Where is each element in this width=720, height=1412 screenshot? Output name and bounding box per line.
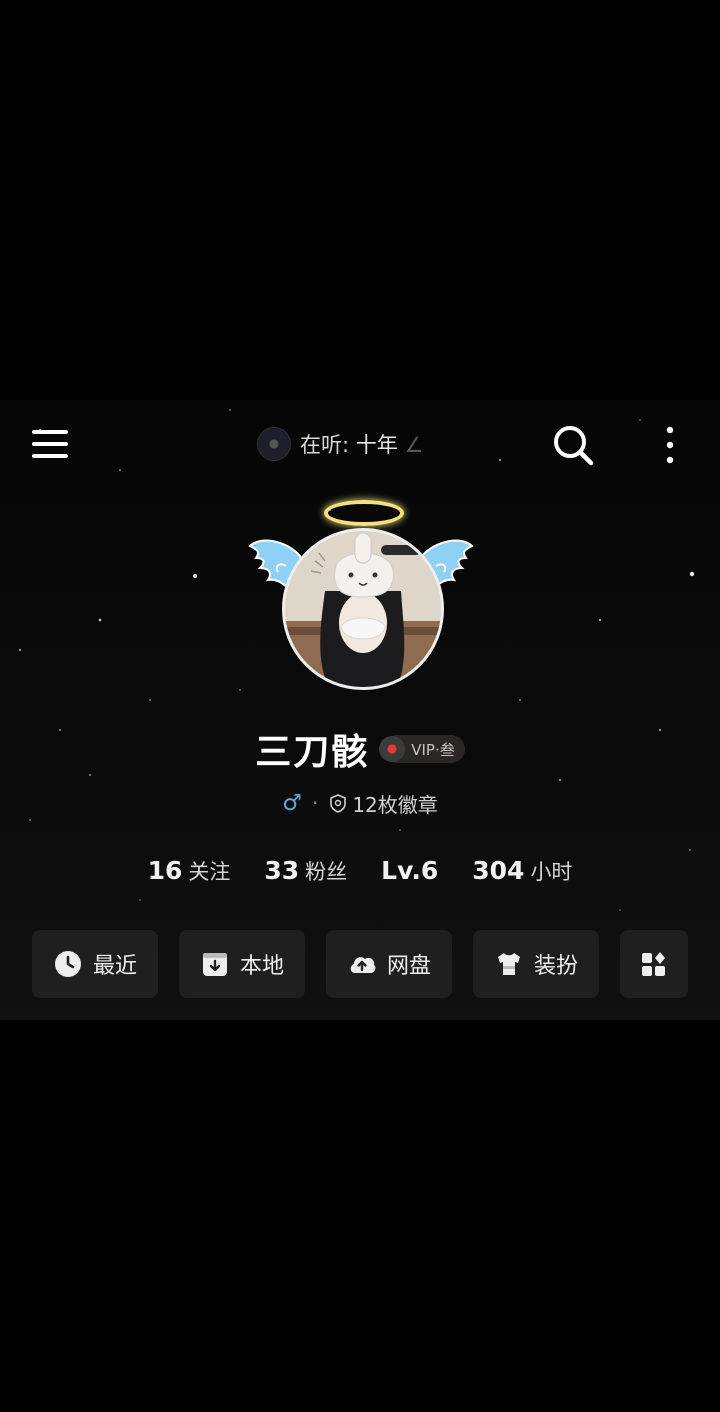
avatar-photo [285, 531, 441, 687]
stat-level[interactable]: Lv.6 [381, 856, 438, 885]
stat-label: 小时 [530, 860, 573, 884]
gender-male-icon: ♂ [282, 790, 302, 816]
vip-badge[interactable]: VIP·叁 [379, 735, 465, 763]
recent-label: 最近 [92, 954, 137, 979]
username: 三刀骸 [255, 732, 370, 773]
app-screen: 在听: 十年 ∠ 三刀骸 VIP·叁 ♂ · 12枚徽章 16 关注 33 粉丝… [0, 0, 720, 1412]
name-row: 三刀骸 VIP·叁 [0, 724, 720, 774]
recent-button[interactable]: 最近 [32, 930, 158, 998]
avatar-frame [246, 496, 476, 696]
cloud-upload-icon [350, 957, 376, 973]
now-playing-tail: ∠ [404, 433, 424, 457]
profile-header-panel: 在听: 十年 ∠ 三刀骸 VIP·叁 ♂ · 12枚徽章 16 关注 33 粉丝… [0, 400, 720, 1020]
menu-icon[interactable] [30, 424, 70, 464]
stats-row: 16 关注 33 粉丝 Lv.6 304 小时 [0, 856, 720, 892]
clock-icon [54, 951, 81, 977]
stat-label: 粉丝 [305, 860, 348, 884]
stat-value: 304 [472, 856, 525, 885]
badges-link[interactable]: 12枚徽章 [328, 789, 438, 818]
stat-followers[interactable]: 33 粉丝 [264, 856, 347, 886]
halo-decoration [324, 500, 404, 526]
badge-icon [330, 794, 347, 813]
local-button[interactable]: 本地 [179, 930, 305, 998]
shirt-icon [497, 953, 520, 975]
stat-label: 关注 [188, 860, 231, 884]
cloud-drive-label: 网盘 [386, 954, 431, 979]
local-label: 本地 [239, 954, 284, 979]
stat-value: 33 [264, 856, 300, 885]
now-playing-banner[interactable]: 在听: 十年 ∠ [258, 426, 423, 462]
cloud-drive-button[interactable]: 网盘 [326, 930, 452, 998]
profile-meta-row: ♂ · 12枚徽章 [0, 788, 720, 818]
search-icon[interactable] [550, 422, 596, 468]
dressup-button[interactable]: 装扮 [473, 930, 599, 998]
stat-value: 16 [147, 856, 183, 885]
now-playing-song: 十年 [355, 433, 398, 457]
avatar[interactable] [282, 528, 444, 690]
vip-label: VIP·叁 [411, 740, 455, 759]
more-options-icon[interactable] [650, 422, 690, 468]
separator: · [311, 791, 319, 815]
more-apps-button[interactable] [620, 930, 688, 998]
download-box-icon [202, 953, 227, 976]
top-bar: 在听: 十年 ∠ [0, 420, 720, 470]
quick-actions: 最近 本地 网盘 装扮 [32, 930, 692, 998]
starfield-background [18, 409, 695, 911]
stat-value: Lv.6 [381, 856, 439, 885]
now-playing-prefix: 在听: [300, 433, 350, 457]
stat-listening-hours[interactable]: 304 小时 [472, 856, 572, 886]
grid-plus-icon [642, 952, 665, 976]
stat-following[interactable]: 16 关注 [148, 856, 231, 886]
vinyl-icon [379, 736, 406, 762]
dressup-label: 装扮 [533, 954, 578, 979]
badges-count: 12枚徽章 [352, 792, 438, 817]
album-disc-icon [258, 428, 290, 460]
